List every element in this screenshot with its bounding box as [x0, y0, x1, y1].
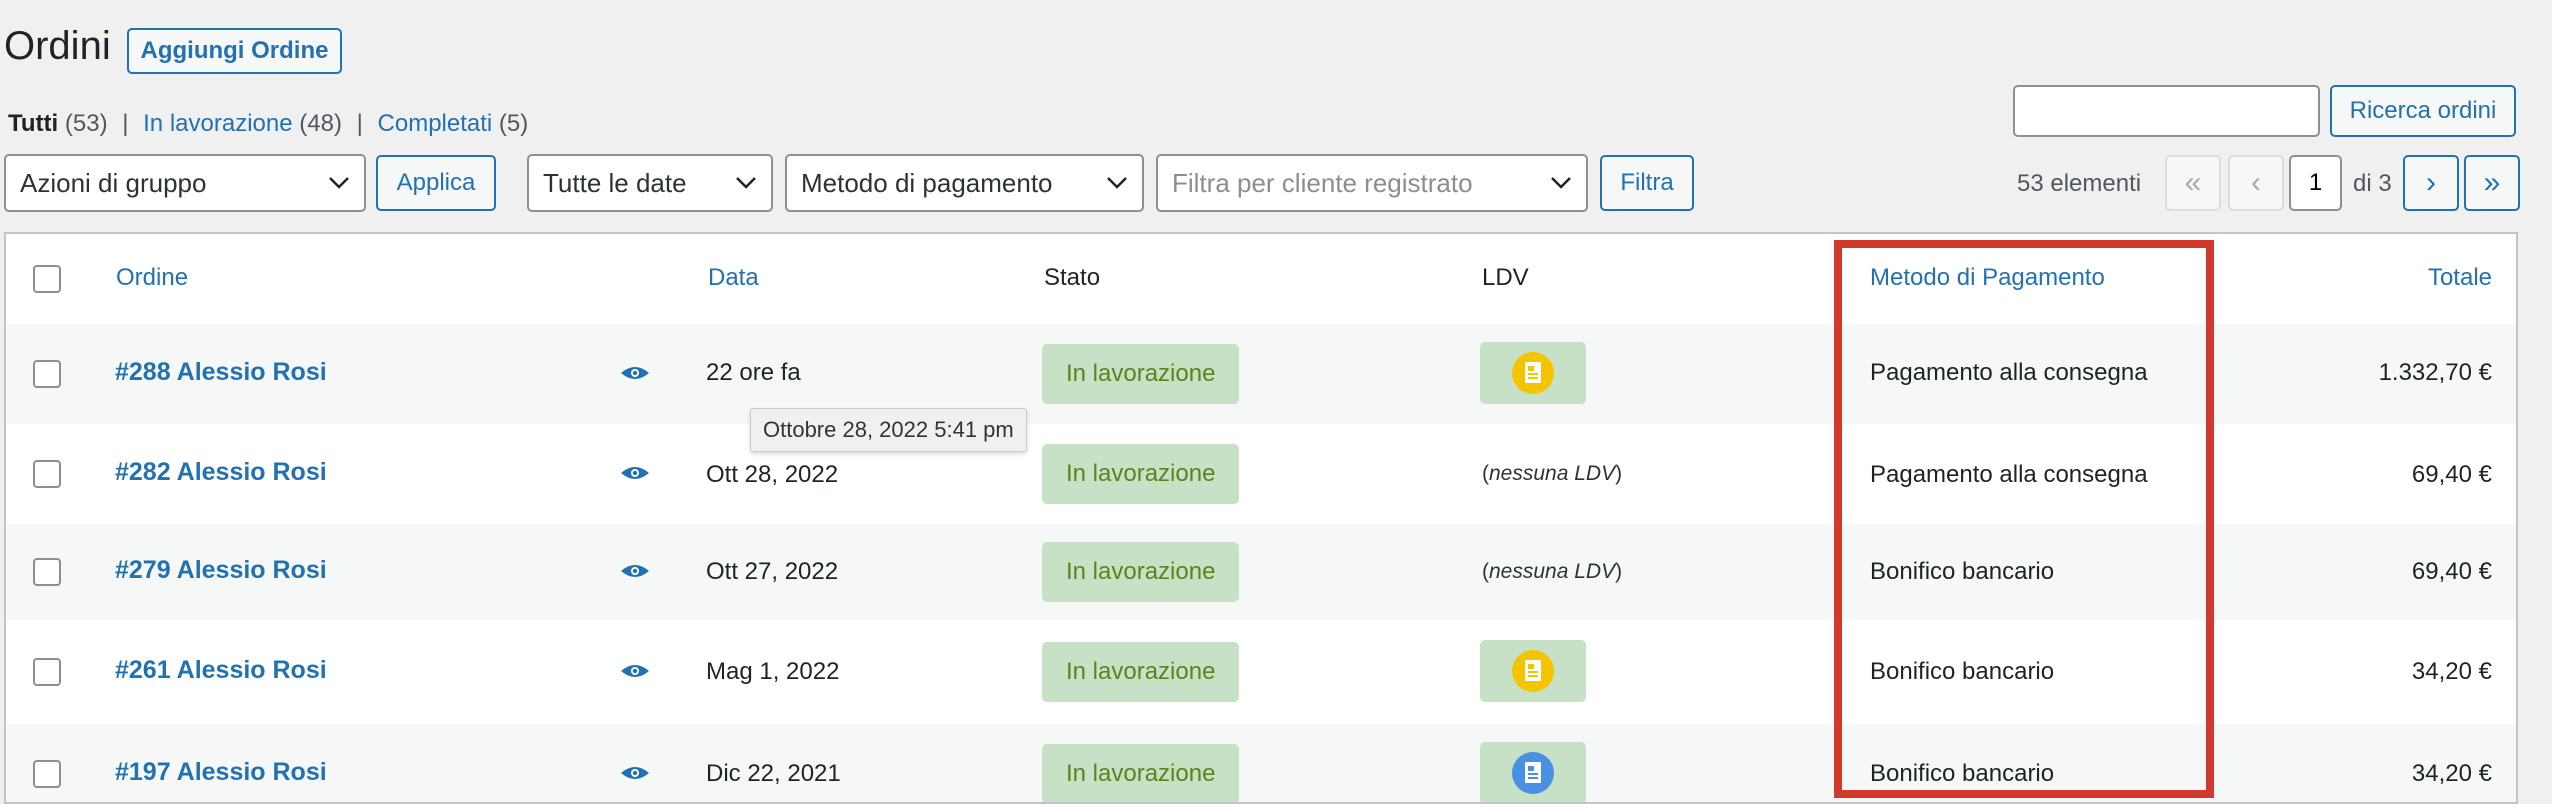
filter-completed[interactable]: Completati	[378, 110, 493, 137]
last-page-button[interactable]: »	[2464, 155, 2520, 211]
ldv-button[interactable]	[1480, 342, 1586, 404]
ldv-empty-text: nessuna LDV	[1489, 560, 1616, 583]
status-badge: In lavorazione	[1042, 444, 1240, 504]
prev-page-button[interactable]: ‹	[2228, 155, 2284, 211]
add-order-button[interactable]: Aggiungi Ordine	[127, 28, 342, 74]
eye-icon[interactable]	[620, 364, 650, 382]
filter-processing-count: (48)	[299, 110, 342, 137]
date-tooltip: Ottobre 28, 2022 5:41 pm	[750, 408, 1027, 452]
search-input[interactable]	[2013, 85, 2320, 137]
order-link[interactable]: #282 Alessio Rosi	[115, 458, 327, 487]
document-icon	[1512, 752, 1554, 794]
row-checkbox[interactable]	[33, 460, 61, 488]
order-date: Ott 28, 2022	[706, 461, 839, 488]
date-filter-value: Tutte le date	[543, 167, 687, 198]
order-link[interactable]: #288 Alessio Rosi	[115, 358, 327, 387]
order-total: 34,20 €	[2411, 658, 2492, 685]
col-status: Stato	[1044, 264, 1101, 291]
order-link[interactable]: #197 Alessio Rosi	[115, 758, 327, 787]
filter-completed-count: (5)	[498, 110, 529, 137]
total-pages: di 3	[2353, 170, 2392, 197]
payment-method-value: Metodo di pagamento	[801, 167, 1053, 198]
payment-method: Bonifico bancario	[1870, 658, 2055, 685]
current-page-input[interactable]	[2289, 155, 2342, 211]
status-filters: Tutti (53) | In lavorazione (48) | Compl…	[8, 110, 528, 138]
order-date: Mag 1, 2022	[706, 658, 840, 685]
filter-all[interactable]: Tutti	[8, 110, 58, 137]
customer-filter-select[interactable]: Filtra per cliente registrato	[1156, 154, 1588, 212]
eye-icon[interactable]	[620, 662, 650, 680]
document-icon	[1512, 352, 1554, 394]
ldv-empty: (nessuna LDV)	[1482, 462, 1622, 486]
order-total: 1.332,70 €	[2378, 359, 2492, 386]
col-payment-method[interactable]: Metodo di Pagamento	[1870, 264, 2105, 292]
search-orders-button[interactable]: Ricerca ordini	[2330, 85, 2516, 137]
row-checkbox[interactable]	[33, 558, 61, 586]
row-checkbox[interactable]	[33, 658, 61, 686]
document-icon	[1512, 650, 1554, 692]
table-row: #279 Alessio Rosi Ott 27, 2022 In lavora…	[6, 524, 2516, 620]
ldv-empty-text: nessuna LDV	[1489, 462, 1616, 485]
page-title: Ordini	[4, 24, 111, 68]
ldv-paren-open: (	[1482, 560, 1489, 583]
order-total: 69,40 €	[2411, 558, 2492, 585]
ldv-paren-close: )	[1615, 560, 1623, 583]
order-total: 34,20 €	[2411, 760, 2492, 787]
next-page-button[interactable]: ›	[2403, 155, 2459, 211]
status-badge: In lavorazione	[1042, 542, 1240, 602]
orders-table: Ordine Data Stato LDV Metodo di Pagament…	[4, 232, 2518, 804]
status-badge: In lavorazione	[1042, 744, 1240, 802]
payment-method: Bonifico bancario	[1870, 558, 2055, 585]
row-checkbox[interactable]	[33, 760, 61, 788]
ldv-button[interactable]	[1480, 742, 1586, 802]
col-order[interactable]: Ordine	[116, 264, 188, 292]
table-row: #282 Alessio Rosi Ott 28, 2022 In lavora…	[6, 424, 2516, 524]
filter-processing[interactable]: In lavorazione	[143, 110, 292, 137]
ldv-empty: (nessuna LDV)	[1482, 560, 1622, 584]
order-date: Dic 22, 2021	[706, 760, 841, 787]
chevron-down-icon	[1107, 177, 1127, 189]
payment-method: Bonifico bancario	[1870, 760, 2055, 787]
payment-method: Pagamento alla consegna	[1870, 359, 2148, 386]
apply-button[interactable]: Applica	[376, 155, 496, 211]
chevron-down-icon	[329, 177, 349, 189]
order-date: 22 ore fa	[706, 359, 801, 386]
ldv-paren-open: (	[1482, 462, 1489, 485]
separator: |	[122, 110, 129, 137]
table-row: #288 Alessio Rosi 22 ore fa In lavorazio…	[6, 324, 2516, 424]
eye-icon[interactable]	[620, 562, 650, 580]
table-row: #261 Alessio Rosi Mag 1, 2022 In lavoraz…	[6, 620, 2516, 724]
col-ldv: LDV	[1482, 264, 1529, 291]
table-row: #197 Alessio Rosi Dic 22, 2021 In lavora…	[6, 724, 2516, 802]
bulk-actions-value: Azioni di gruppo	[20, 167, 207, 198]
status-badge: In lavorazione	[1042, 344, 1240, 404]
chevron-down-icon	[736, 177, 756, 189]
eye-icon[interactable]	[620, 764, 650, 782]
ldv-paren-close: )	[1615, 462, 1623, 485]
filter-button[interactable]: Filtra	[1600, 155, 1694, 211]
payment-method-select[interactable]: Metodo di pagamento	[785, 154, 1144, 212]
select-all-checkbox[interactable]	[33, 265, 61, 293]
eye-icon[interactable]	[620, 464, 650, 482]
row-checkbox[interactable]	[33, 360, 61, 388]
filter-all-count: (53)	[64, 110, 108, 137]
status-badge: In lavorazione	[1042, 642, 1240, 702]
bulk-actions-select[interactable]: Azioni di gruppo	[4, 154, 366, 212]
col-total[interactable]: Totale	[2428, 264, 2492, 292]
order-total: 69,40 €	[2411, 461, 2492, 488]
customer-filter-placeholder: Filtra per cliente registrato	[1172, 167, 1473, 198]
separator: |	[356, 110, 363, 137]
order-link[interactable]: #279 Alessio Rosi	[115, 556, 327, 585]
order-date: Ott 27, 2022	[706, 558, 839, 585]
payment-method: Pagamento alla consegna	[1870, 461, 2148, 488]
col-date[interactable]: Data	[708, 264, 759, 292]
date-filter-select[interactable]: Tutte le date	[527, 154, 773, 212]
order-link[interactable]: #261 Alessio Rosi	[115, 656, 327, 685]
first-page-button[interactable]: «	[2165, 155, 2221, 211]
ldv-button[interactable]	[1480, 640, 1586, 702]
table-header: Ordine Data Stato LDV Metodo di Pagament…	[6, 234, 2516, 326]
chevron-down-icon	[1551, 177, 1571, 189]
items-count: 53 elementi	[2017, 170, 2142, 197]
